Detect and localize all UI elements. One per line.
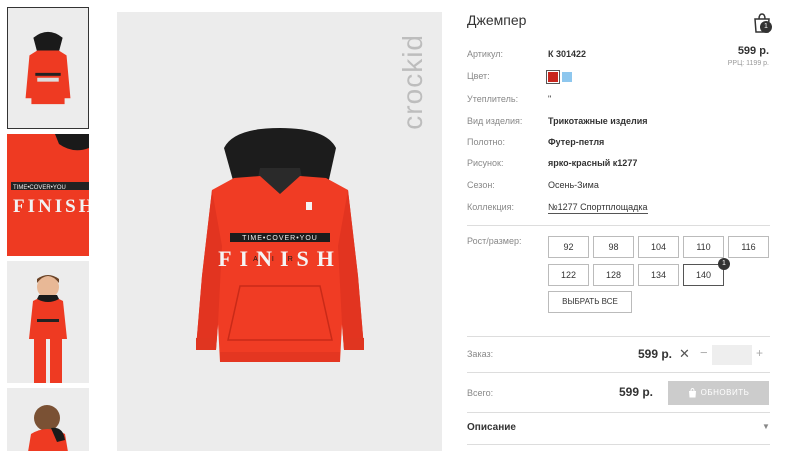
description-toggle[interactable]: Описание bbox=[467, 422, 516, 433]
color-swatch-light-blue[interactable] bbox=[562, 72, 572, 82]
attr-value: К 301422 bbox=[548, 49, 587, 59]
cart-count-badge: 1 bbox=[760, 21, 772, 33]
attr-label: Полотно: bbox=[467, 137, 506, 147]
attr-label: Рисунок: bbox=[467, 158, 504, 168]
main-product-image[interactable]: crockid TIME•COVER•YOU FINISH AIR bbox=[117, 12, 442, 451]
product-title: Джемпер bbox=[467, 12, 527, 28]
thumbnail-print-closeup[interactable]: TIME•COVER•YOU FINISH bbox=[7, 134, 89, 256]
print-inner: AIR bbox=[253, 256, 307, 263]
size-option-104[interactable]: 104 bbox=[638, 236, 679, 258]
update-button[interactable]: ОБНОВИТЬ bbox=[668, 381, 769, 405]
divider bbox=[467, 372, 770, 373]
attr-label: Вид изделия: bbox=[467, 116, 523, 126]
size-option-122[interactable]: 122 bbox=[548, 264, 589, 286]
divider bbox=[467, 336, 770, 337]
child-side-thumbnail-image bbox=[7, 388, 89, 451]
chevron-down-icon[interactable]: ▼ bbox=[762, 422, 770, 431]
hoodie-image: TIME•COVER•YOU FINISH AIR bbox=[196, 128, 364, 362]
size-count-badge: 1 bbox=[718, 258, 730, 270]
attr-label: Цвет: bbox=[467, 71, 490, 81]
size-option-134[interactable]: 134 bbox=[638, 264, 679, 286]
select-all-sizes-button[interactable]: ВЫБРАТЬ ВСЕ bbox=[548, 291, 632, 313]
update-button-label: ОБНОВИТЬ bbox=[700, 388, 750, 397]
quantity-input[interactable] bbox=[712, 345, 752, 365]
attr-label: Артикул: bbox=[467, 49, 504, 59]
print-line1: TIME•COVER•YOU bbox=[242, 235, 318, 242]
total-price: 599 р. bbox=[619, 385, 654, 399]
attr-value: Осень-Зима bbox=[548, 180, 599, 190]
basket-icon bbox=[688, 387, 696, 398]
color-swatch-red[interactable] bbox=[546, 70, 560, 84]
child-model-thumbnail-image bbox=[7, 261, 89, 383]
size-option-92[interactable]: 92 bbox=[548, 236, 589, 258]
product-info-panel: Джемпер 1 599 р. РРЦ: 1199 р. Артикул: К… bbox=[467, 0, 772, 451]
size-option-110[interactable]: 110 bbox=[683, 236, 724, 258]
brand-watermark: crockid bbox=[397, 34, 428, 130]
attr-value: ярко-красный к1277 bbox=[548, 158, 638, 168]
divider bbox=[467, 225, 770, 226]
collection-link[interactable]: №1277 Спортплощадка bbox=[548, 202, 648, 214]
attr-label: Коллекция: bbox=[467, 202, 515, 212]
thumbnail-child-side[interactable] bbox=[7, 388, 89, 451]
hoodie-front-thumbnail-image bbox=[8, 8, 88, 128]
multiply-icon: ✕ bbox=[679, 346, 690, 361]
attr-value: Трикотажные изделия bbox=[548, 116, 648, 126]
size-option-128[interactable]: 128 bbox=[593, 264, 634, 286]
size-option-116[interactable]: 116 bbox=[728, 236, 769, 258]
thumbnail-child-model[interactable] bbox=[7, 261, 89, 383]
attr-label: Утеплитель: bbox=[467, 94, 519, 104]
order-label: Заказ: bbox=[467, 349, 494, 359]
size-option-98[interactable]: 98 bbox=[593, 236, 634, 258]
product-price: 599 р. bbox=[737, 45, 769, 57]
attr-value: " bbox=[548, 94, 552, 104]
quantity-increase-button[interactable]: + bbox=[756, 346, 763, 360]
size-option-140[interactable]: 140 bbox=[683, 264, 724, 286]
print-closeup-line2: FINISH bbox=[13, 196, 89, 217]
order-price: 599 р. bbox=[638, 347, 673, 361]
attr-value: Футер-петля bbox=[548, 137, 605, 147]
divider bbox=[467, 412, 770, 413]
divider bbox=[467, 444, 770, 445]
thumbnail-front[interactable] bbox=[7, 7, 89, 129]
quantity-decrease-button[interactable]: − bbox=[700, 345, 708, 360]
print-closeup-thumbnail-image: TIME•COVER•YOU FINISH bbox=[7, 134, 89, 256]
attr-label: Сезон: bbox=[467, 180, 495, 190]
sizes-label: Рост/размер: bbox=[467, 236, 522, 246]
total-label: Всего: bbox=[467, 388, 494, 398]
print-closeup-line1: TIME•COVER•YOU bbox=[13, 185, 66, 191]
product-price-rrc: РРЦ: 1199 р. bbox=[727, 60, 769, 67]
